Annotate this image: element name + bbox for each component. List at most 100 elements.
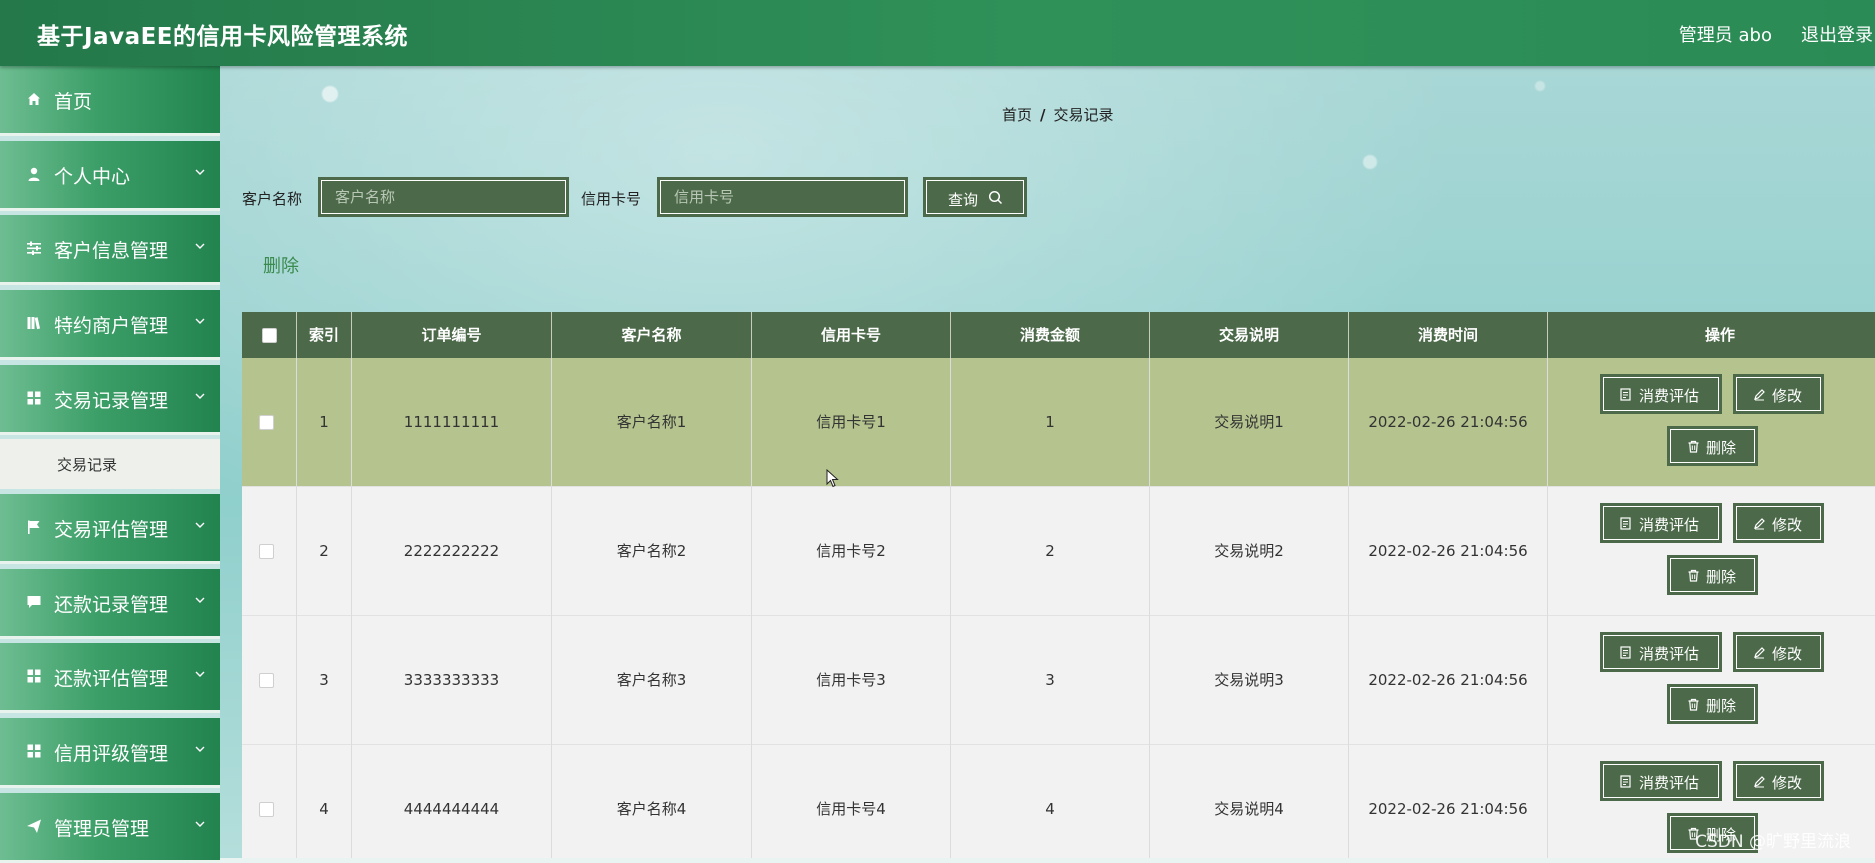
column-header-order: 订单编号 xyxy=(352,312,552,358)
breadcrumb-separator: / xyxy=(1040,106,1046,124)
table-row[interactable]: 2 2222222222 客户名称2 信用卡号2 2 交易说明2 2022-02-26 21… xyxy=(242,487,1875,616)
bulk-delete-button[interactable]: 删除 xyxy=(263,252,299,278)
edit-button-label: 修改 xyxy=(1772,774,1803,792)
column-header-desc: 交易说明 xyxy=(1150,312,1349,358)
trash-icon xyxy=(1688,698,1699,711)
sidebar-item-customer-info[interactable]: 客户信息管理 xyxy=(0,215,220,285)
sidebar-item-admin-management[interactable]: 管理员管理 xyxy=(0,793,220,863)
cell-select xyxy=(242,745,297,858)
card-number-input[interactable] xyxy=(657,177,908,217)
assess-button[interactable]: 消费评估 xyxy=(1600,503,1722,543)
cell-actions: 消费评估 修改删除 xyxy=(1548,358,1875,487)
app-title: 基于JavaEE的信用卡风险管理系统 xyxy=(37,24,409,50)
cell-actions: 消费评估 修改删除 xyxy=(1548,616,1875,745)
sidebar-item-label: 还款评估管理 xyxy=(54,668,169,690)
chevron-down-icon xyxy=(195,746,205,752)
edit-button[interactable]: 修改 xyxy=(1733,374,1824,414)
column-header-time: 消费时间 xyxy=(1349,312,1548,358)
document-icon xyxy=(1620,646,1631,659)
chevron-down-icon xyxy=(195,522,205,528)
cell-index: 2 xyxy=(297,487,352,616)
cell-select xyxy=(242,487,297,616)
cell-card-number: 信用卡号4 xyxy=(752,745,951,858)
cell-description: 交易说明1 xyxy=(1150,358,1349,487)
assess-button[interactable]: 消费评估 xyxy=(1600,761,1722,801)
edit-button[interactable]: 修改 xyxy=(1733,503,1824,543)
chevron-down-icon xyxy=(195,393,205,399)
logout-link[interactable]: 退出登录 xyxy=(1801,21,1873,47)
cell-select xyxy=(242,358,297,487)
chevron-down-icon xyxy=(195,597,205,603)
edit-button-label: 修改 xyxy=(1772,387,1803,405)
table-row[interactable]: 3 3333333333 客户名称3 信用卡号3 3 交易说明3 2022-02-26 21… xyxy=(242,616,1875,745)
trash-icon xyxy=(1688,440,1699,453)
search-icon xyxy=(988,190,1003,205)
edit-icon xyxy=(1754,776,1765,788)
cell-customer-name: 客户名称4 xyxy=(552,745,752,858)
submenu-item-transaction-records[interactable]: 交易记录 xyxy=(0,439,220,489)
mouse-cursor-icon xyxy=(826,469,839,488)
query-button-label: 查询 xyxy=(948,191,979,209)
header-select-all xyxy=(242,312,297,358)
send-icon xyxy=(27,819,41,833)
assess-button[interactable]: 消费评估 xyxy=(1600,374,1722,414)
cell-description: 交易说明2 xyxy=(1150,487,1349,616)
assess-button-label: 消费评估 xyxy=(1639,516,1700,534)
chevron-down-icon xyxy=(195,169,205,175)
sidebar-item-label: 首页 xyxy=(54,91,93,113)
edit-button[interactable]: 修改 xyxy=(1733,761,1824,801)
column-header-actions: 操作 xyxy=(1704,326,1735,344)
edit-icon xyxy=(1754,647,1765,659)
sidebar-item-credit-rating[interactable]: 信用评级管理 xyxy=(0,718,220,788)
breadcrumb: 首页 / 交易记录 xyxy=(1002,104,1114,125)
grid-icon xyxy=(27,391,41,405)
cell-amount: 3 xyxy=(951,616,1150,745)
chevron-down-icon xyxy=(195,821,205,827)
edit-button-label: 修改 xyxy=(1772,516,1803,534)
assess-button-label: 消费评估 xyxy=(1639,645,1700,663)
edit-button[interactable]: 修改 xyxy=(1733,632,1824,672)
row-checkbox[interactable] xyxy=(259,673,274,688)
cell-amount: 1 xyxy=(951,358,1150,487)
cell-time: 2022-02-26 21:04:56 xyxy=(1349,616,1548,745)
sidebar-item-repayment-records[interactable]: 还款记录管理 xyxy=(0,569,220,639)
books-icon xyxy=(27,317,41,330)
submenu-item-label: 交易记录 xyxy=(57,456,118,474)
table-header: 索引 订单编号 客户名称 信用卡号 消费金额 交易说明 消费时间 操作 xyxy=(242,312,1875,358)
sidebar-item-repayment-assessment[interactable]: 还款评估管理 xyxy=(0,643,220,713)
assess-button[interactable]: 消费评估 xyxy=(1600,632,1722,672)
table-row[interactable]: 1 1111111111 客户名称1 信用卡号1 1 交易说明1 2022-02-26 21… xyxy=(242,358,1875,487)
sidebar-item-transaction-records[interactable]: 交易记录管理 xyxy=(0,365,220,435)
breadcrumb-home[interactable]: 首页 xyxy=(1002,106,1032,124)
trash-icon xyxy=(1688,569,1699,582)
sidebar-item-label: 特约商户管理 xyxy=(54,315,169,337)
grid-icon xyxy=(27,669,41,683)
delete-button-label: 删除 xyxy=(1706,439,1737,457)
row-checkbox[interactable] xyxy=(259,544,274,559)
main-content: 首页 / 交易记录 客户名称 信用卡号 查询 删除 索引 订单编号 客户名称 信用卡… xyxy=(220,66,1875,858)
document-icon xyxy=(1620,517,1631,530)
cell-card-number: 信用卡号3 xyxy=(752,616,951,745)
row-checkbox[interactable] xyxy=(259,415,274,430)
delete-button[interactable]: 删除 xyxy=(1667,426,1758,466)
cell-time: 2022-02-26 21:04:56 xyxy=(1349,745,1548,858)
row-checkbox[interactable] xyxy=(259,802,274,817)
cell-time: 2022-02-26 21:04:56 xyxy=(1349,487,1548,616)
query-button[interactable]: 查询 xyxy=(923,177,1027,217)
home-icon xyxy=(28,93,40,105)
cell-order-number: 4444444444 xyxy=(352,745,552,858)
sidebar-item-merchant[interactable]: 特约商户管理 xyxy=(0,290,220,360)
watermark: CSDN @旷野里流浪 xyxy=(1695,832,1851,852)
cell-card-number: 信用卡号1 xyxy=(752,358,951,487)
customer-name-input[interactable] xyxy=(318,177,569,217)
cell-order-number: 3333333333 xyxy=(352,616,552,745)
delete-button[interactable]: 删除 xyxy=(1667,555,1758,595)
cell-customer-name: 客户名称1 xyxy=(552,358,752,487)
sidebar-item-personal-center[interactable]: 个人中心 xyxy=(0,141,220,211)
table-row[interactable]: 4 4444444444 客户名称4 信用卡号4 4 交易说明4 2022-02-26 21… xyxy=(242,745,1875,858)
sidebar-item-transaction-assessment[interactable]: 交易评估管理 xyxy=(0,494,220,564)
chevron-down-icon xyxy=(195,671,205,677)
delete-button[interactable]: 删除 xyxy=(1667,684,1758,724)
sidebar-item-home[interactable]: 首页 xyxy=(0,66,220,136)
select-all-checkbox[interactable] xyxy=(262,328,277,343)
